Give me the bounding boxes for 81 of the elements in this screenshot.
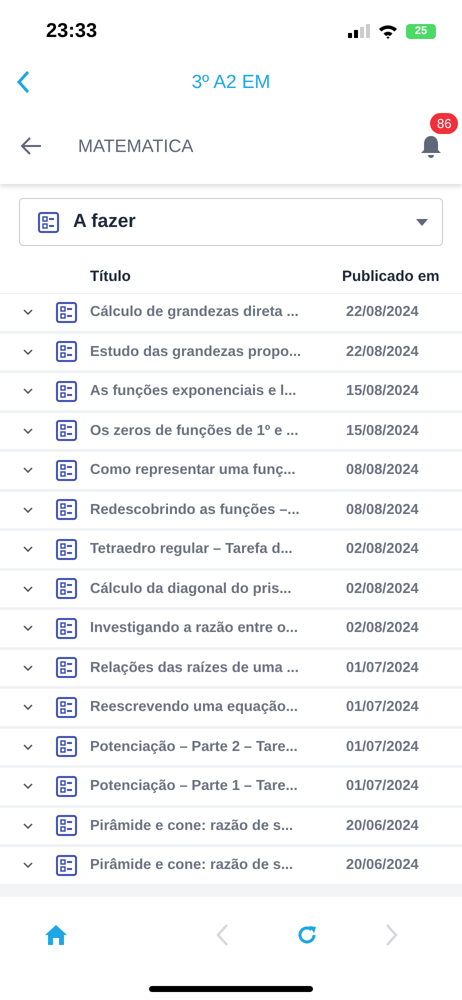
task-list-icon — [56, 302, 77, 323]
back-arrow-button[interactable] — [20, 137, 42, 155]
publish-date: 15/08/2024 — [345, 383, 420, 400]
publish-date: 20/06/2024 — [345, 857, 420, 874]
task-list-icon — [56, 854, 77, 876]
task-list-icon — [56, 776, 77, 797]
home-button[interactable] — [44, 924, 68, 946]
notifications-button[interactable] — [420, 134, 442, 158]
task-title[interactable]: Redescobrindo as funções –... — [90, 502, 342, 518]
expand-chevron-icon[interactable] — [23, 822, 33, 829]
back-button[interactable] — [16, 70, 30, 94]
task-list-icon — [56, 538, 77, 560]
wifi-icon — [378, 24, 398, 38]
publish-date: 02/08/2024 — [345, 620, 420, 636]
dropdown-caret-icon — [416, 218, 428, 226]
task-title[interactable]: Estudo das grandezas propo... — [90, 344, 342, 360]
back-icon — [215, 922, 229, 946]
expand-chevron-icon[interactable] — [23, 309, 33, 316]
publish-date: 02/08/2024 — [345, 541, 420, 558]
expand-chevron-icon[interactable] — [23, 704, 33, 710]
task-title[interactable]: Os zeros de funções de 1º e ... — [90, 422, 342, 439]
task-list-icon — [56, 657, 77, 678]
publish-date: 01/07/2024 — [345, 778, 420, 794]
task-title[interactable]: Investigando a razão entre o... — [90, 620, 342, 636]
expand-chevron-icon[interactable] — [23, 744, 33, 750]
column-header: Título — [90, 268, 132, 285]
publish-date: 08/08/2024 — [345, 502, 420, 518]
notification-count: 86 — [430, 113, 458, 134]
task-title[interactable]: Relações das raízes de uma ... — [90, 660, 342, 676]
page-title: 3º A2 EM — [192, 72, 270, 94]
task-list-icon — [38, 212, 59, 232]
column-header: Publicado em — [342, 268, 441, 285]
publish-date: 22/08/2024 — [345, 304, 420, 320]
task-title[interactable]: Como representar uma funç... — [90, 462, 342, 478]
task-title[interactable]: Cálculo de grandezas direta ... — [90, 304, 342, 320]
task-title[interactable]: Reescrevendo uma equação... — [90, 699, 342, 716]
task-title[interactable]: As funções exponenciais e l... — [90, 383, 342, 400]
task-list-icon — [56, 736, 77, 758]
status-time: 23:33 — [46, 20, 98, 42]
task-list-icon — [56, 499, 77, 520]
forward-icon — [385, 922, 399, 946]
publish-date: 01/07/2024 — [345, 699, 420, 716]
expand-chevron-icon[interactable] — [23, 664, 33, 671]
expand-chevron-icon[interactable] — [23, 506, 33, 513]
expand-chevron-icon[interactable] — [23, 388, 33, 394]
task-title[interactable]: Cálculo da diagonal do pris... — [90, 580, 342, 597]
publish-date: 01/07/2024 — [345, 738, 420, 755]
subject-title: MATEMATICA — [78, 136, 194, 156]
reload-icon — [296, 924, 318, 946]
task-list-icon — [56, 696, 77, 718]
publish-date: 15/08/2024 — [345, 422, 420, 439]
publish-date: 02/08/2024 — [345, 580, 420, 597]
publish-date: 08/08/2024 — [345, 462, 420, 478]
expand-chevron-icon[interactable] — [23, 546, 33, 552]
home-icon — [44, 924, 68, 946]
publish-date: 01/07/2024 — [345, 660, 420, 676]
task-list-icon — [56, 380, 77, 402]
expand-chevron-icon[interactable] — [23, 586, 33, 592]
status-dropdown[interactable]: A fazer — [19, 198, 443, 246]
task-list-icon — [56, 578, 77, 600]
task-list-icon — [56, 341, 77, 362]
signal-icon — [348, 24, 370, 38]
task-title[interactable]: Pirâmide e cone: razão de s... — [90, 818, 342, 834]
reload-button[interactable] — [296, 924, 318, 946]
expand-chevron-icon[interactable] — [23, 783, 33, 790]
publish-date: 20/06/2024 — [345, 818, 420, 834]
expand-chevron-icon[interactable] — [23, 428, 33, 434]
battery-level: 25 — [406, 24, 436, 38]
task-list-icon — [56, 618, 77, 639]
expand-chevron-icon[interactable] — [23, 467, 33, 474]
task-list-icon — [56, 815, 77, 836]
task-title[interactable]: Pirâmide e cone: razão de s... — [90, 857, 342, 874]
expand-chevron-icon[interactable] — [23, 348, 33, 355]
task-title[interactable]: Potenciação – Parte 2 – Tare... — [90, 738, 342, 755]
publish-date: 22/08/2024 — [345, 344, 420, 360]
task-title[interactable]: Tetraedro regular – Tarefa d... — [90, 541, 342, 558]
task-list-icon — [56, 420, 77, 442]
expand-chevron-icon[interactable] — [23, 625, 33, 632]
task-title[interactable]: Potenciação – Parte 1 – Tare... — [90, 778, 342, 794]
task-list-icon — [56, 460, 77, 481]
expand-chevron-icon[interactable] — [23, 862, 33, 868]
